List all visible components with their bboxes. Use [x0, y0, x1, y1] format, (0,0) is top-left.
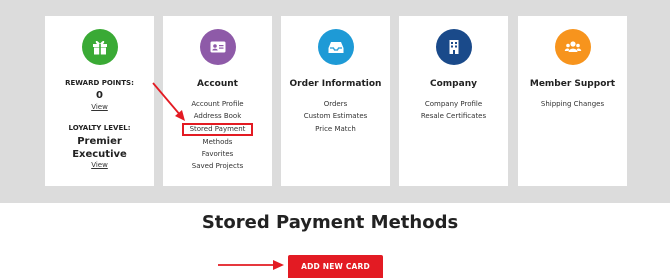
- users-icon: [564, 41, 581, 52]
- add-new-card-button[interactable]: ADD NEW CARD: [288, 255, 383, 278]
- page-title: Stored Payment Methods: [201, 212, 459, 233]
- resale-certificates-link[interactable]: Resale Certificates: [399, 110, 508, 122]
- stored-payment-link-methods[interactable]: Methods: [163, 136, 272, 148]
- company-links: Company Profile Resale Certificates: [399, 98, 508, 123]
- custom-estimates-link[interactable]: Custom Estimates: [281, 110, 390, 122]
- member-support-card: Member Support Shipping Changes: [518, 16, 627, 186]
- annotation-arrow-to-add-card: [218, 260, 284, 270]
- inbox-icon: [328, 42, 343, 53]
- company-title: Company: [430, 79, 477, 89]
- building-icon: [449, 40, 458, 54]
- price-match-link[interactable]: Price Match: [281, 123, 390, 135]
- reward-points-value: 0: [96, 90, 103, 101]
- loyalty-level-line1: Premier: [77, 136, 122, 147]
- rewards-card: REWARD POINTS: 0 View LOYALTY LEVEL: Pre…: [45, 16, 154, 186]
- stored-payment-link[interactable]: Stored Payment: [181, 122, 254, 136]
- order-icon-circle: [317, 29, 354, 65]
- member-support-title: Member Support: [529, 79, 616, 89]
- loyalty-level-label: LOYALTY LEVEL:: [68, 124, 131, 132]
- gift-icon: [92, 40, 107, 55]
- favorites-link[interactable]: Favorites: [163, 148, 272, 160]
- company-card: Company Company Profile Resale Certifica…: [399, 16, 508, 186]
- reward-points-view-link[interactable]: View: [45, 103, 154, 111]
- support-links: Shipping Changes: [518, 98, 627, 110]
- account-icon-circle: [199, 29, 236, 65]
- id-card-icon: [210, 41, 225, 53]
- order-information-title: Order Information: [289, 79, 382, 89]
- company-icon-circle: [435, 29, 472, 65]
- loyalty-level-view-link[interactable]: View: [45, 161, 154, 169]
- company-profile-link[interactable]: Company Profile: [399, 98, 508, 110]
- reward-points-label: REWARD POINTS:: [65, 79, 134, 87]
- orders-link[interactable]: Orders: [281, 98, 390, 110]
- shipping-changes-link[interactable]: Shipping Changes: [518, 98, 627, 110]
- support-icon-circle: [554, 29, 591, 65]
- rewards-icon-circle: [81, 29, 118, 65]
- loyalty-level-line2: Executive: [72, 149, 127, 160]
- order-information-card: Order Information Orders Custom Estimate…: [281, 16, 390, 186]
- annotation-arrow-to-stored-payment: [152, 82, 185, 121]
- order-links: Orders Custom Estimates Price Match: [281, 98, 390, 135]
- saved-projects-link[interactable]: Saved Projects: [163, 160, 272, 172]
